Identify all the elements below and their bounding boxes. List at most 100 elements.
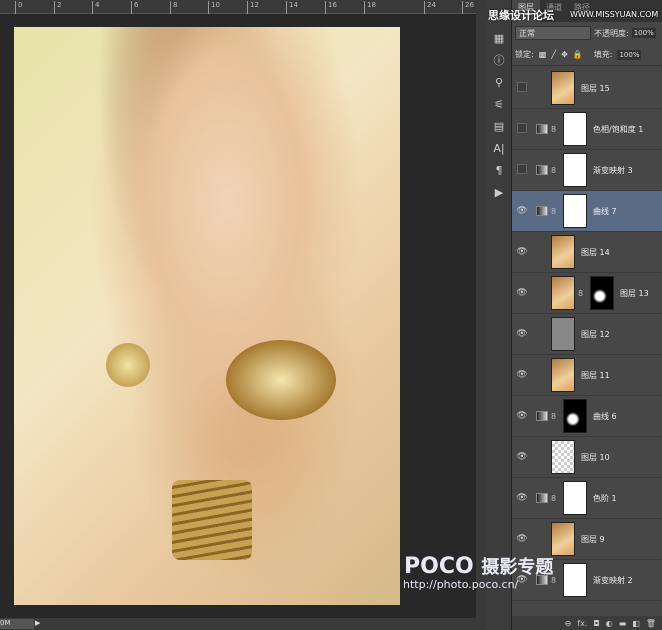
- layer-mask-thumb[interactable]: [563, 481, 587, 515]
- rose-ring: [226, 340, 336, 420]
- ruler-tick: 8: [170, 1, 177, 14]
- lock-label: 锁定:: [515, 50, 534, 59]
- visibility-eye-icon[interactable]: 👁: [512, 493, 532, 503]
- visibility-eye-icon[interactable]: [512, 82, 532, 95]
- layer-thumb[interactable]: [551, 317, 575, 351]
- layer-name: 图层 12: [581, 329, 610, 339]
- blend-mode-value: 正常: [519, 29, 535, 38]
- layer-thumb[interactable]: [551, 440, 575, 474]
- layer-thumb[interactable]: [551, 358, 575, 392]
- layer-name: 图层 10: [581, 452, 610, 462]
- layer-mask-thumb[interactable]: [563, 112, 587, 146]
- visibility-eye-icon[interactable]: 👁: [512, 370, 532, 380]
- status-menu-arrow[interactable]: ▶: [35, 619, 40, 627]
- layer-name: 曲线 6: [593, 411, 617, 421]
- poco-logo: POCO 摄影专题: [404, 554, 554, 579]
- layer-mask-thumb[interactable]: [563, 153, 587, 187]
- paragraph-icon[interactable]: ¶: [486, 160, 512, 182]
- tool-presets-icon[interactable]: ⚟: [486, 94, 512, 116]
- status-bar: 0M ▶: [0, 618, 476, 630]
- visibility-eye-icon[interactable]: 👁: [512, 329, 532, 339]
- watermark-site: 思缘设计论坛: [488, 9, 554, 22]
- link-icon[interactable]: 8: [551, 125, 559, 134]
- lock-all-icon[interactable]: 🔒: [573, 50, 583, 59]
- layer-action-icon[interactable]: ◐: [606, 619, 613, 628]
- visibility-eye-icon[interactable]: 👁: [512, 206, 532, 216]
- ruler-tick: 12: [247, 1, 259, 14]
- visibility-eye-icon[interactable]: [512, 164, 532, 177]
- layer-row[interactable]: 8 渐变映射 3: [512, 150, 662, 191]
- layer-row[interactable]: 👁 8 图层 13: [512, 273, 662, 314]
- lock-pixels-icon[interactable]: ╱: [551, 50, 556, 59]
- blend-mode-select[interactable]: 正常: [515, 26, 591, 40]
- opacity-input[interactable]: 100%: [631, 28, 656, 38]
- visibility-eye-icon[interactable]: 👁: [512, 288, 532, 298]
- fill-input[interactable]: 100%: [617, 49, 642, 60]
- brush-icon[interactable]: ⚲: [486, 72, 512, 94]
- visibility-eye-icon[interactable]: 👁: [512, 247, 532, 257]
- adjustment-icon: [536, 411, 548, 421]
- layer-mask-thumb[interactable]: [563, 563, 587, 597]
- layers-panel: 图层 通道 路径 正常 不透明度: 100% 锁定: ▩ ╱ ✥ 🔒 填充: 1…: [512, 0, 662, 630]
- zoom-field[interactable]: 0M: [0, 619, 34, 629]
- layer-action-icon[interactable]: 🗑: [646, 619, 656, 628]
- layer-thumb[interactable]: [551, 276, 575, 310]
- layer-name: 图层 13: [620, 288, 649, 298]
- layer-thumb[interactable]: [551, 235, 575, 269]
- link-icon[interactable]: 8: [551, 207, 559, 216]
- adjustment-icon: [536, 206, 548, 216]
- layer-thumb[interactable]: [551, 522, 575, 556]
- clone-source-icon[interactable]: ▤: [486, 116, 512, 138]
- layer-row[interactable]: 👁 图层 11: [512, 355, 662, 396]
- layer-action-icon[interactable]: ⊖: [565, 619, 572, 628]
- layer-name: 图层 9: [581, 534, 605, 544]
- history-icon[interactable]: ▦: [486, 28, 512, 50]
- opacity-label: 不透明度:: [594, 28, 629, 38]
- link-icon[interactable]: 8: [578, 289, 586, 298]
- link-icon[interactable]: 8: [551, 166, 559, 175]
- layer-row[interactable]: 图层 15: [512, 68, 662, 109]
- character-icon[interactable]: A|: [486, 138, 512, 160]
- bangles: [172, 480, 252, 560]
- layer-mask-thumb[interactable]: [563, 194, 587, 228]
- visibility-eye-icon[interactable]: [512, 123, 532, 136]
- watermark-url: WWW.MISSYUAN.COM: [570, 10, 659, 19]
- info-icon[interactable]: ⓘ: [486, 50, 512, 72]
- layer-name: 色阶 1: [593, 493, 617, 503]
- lock-position-icon[interactable]: ✥: [561, 50, 568, 59]
- panel-dock: ▦ ⓘ ⚲ ⚟ ▤ A| ¶ ▶: [486, 0, 512, 630]
- layer-row[interactable]: 👁 8 色阶 1: [512, 478, 662, 519]
- visibility-eye-icon[interactable]: 👁: [512, 452, 532, 462]
- layer-row[interactable]: 👁 8 曲线 7: [512, 191, 662, 232]
- layer-mask-thumb[interactable]: [563, 399, 587, 433]
- layer-name: 图层 14: [581, 247, 610, 257]
- layer-thumb[interactable]: [551, 71, 575, 105]
- ruler-tick: 26: [462, 1, 474, 14]
- visibility-eye-icon[interactable]: 👁: [512, 534, 532, 544]
- ruler-tick: 10: [208, 1, 220, 14]
- layer-action-icon[interactable]: fx.: [577, 619, 587, 628]
- lock-transparent-icon[interactable]: ▩: [539, 50, 547, 59]
- layer-actions-bar: ⊖ fx. ◘ ◐ ▬ ◧ 🗑: [512, 616, 662, 630]
- layer-name: 渐变映射 2: [593, 575, 633, 585]
- layer-row[interactable]: 👁 8 曲线 6: [512, 396, 662, 437]
- layer-name: 渐变映射 3: [593, 165, 633, 175]
- layer-row[interactable]: 👁 图层 14: [512, 232, 662, 273]
- layer-row[interactable]: 8 色相/饱和度 1: [512, 109, 662, 150]
- ruler-tick: 0: [15, 1, 22, 14]
- layer-row[interactable]: 👁 图层 10: [512, 437, 662, 478]
- visibility-eye-icon[interactable]: 👁: [512, 411, 532, 421]
- ruler-tick: 14: [286, 1, 298, 14]
- adjustment-icon: [536, 165, 548, 175]
- layer-action-icon[interactable]: ◧: [632, 619, 640, 628]
- adjustment-icon: [536, 124, 548, 134]
- layer-row[interactable]: 👁 图层 12: [512, 314, 662, 355]
- layer-mask-thumb[interactable]: [590, 276, 614, 310]
- actions-icon[interactable]: ▶: [486, 182, 512, 204]
- link-icon[interactable]: 8: [551, 412, 559, 421]
- layer-action-icon[interactable]: ▬: [619, 619, 627, 628]
- link-icon[interactable]: 8: [551, 494, 559, 503]
- layer-action-icon[interactable]: ◘: [593, 619, 599, 628]
- vertical-scrollbar[interactable]: [476, 0, 486, 630]
- fill-label: 填充:: [593, 50, 613, 59]
